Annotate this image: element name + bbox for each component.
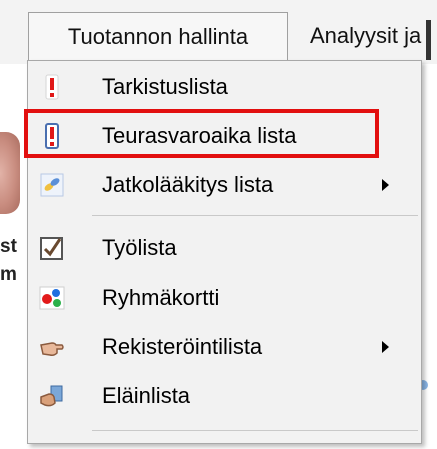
hand-card-icon	[39, 383, 65, 409]
colored-dots-icon	[39, 285, 65, 311]
menu-tuotannon-hallinta[interactable]: Tuotannon hallinta	[28, 12, 288, 61]
background-text-fragment: m	[0, 264, 17, 285]
highlight-annotation	[24, 109, 379, 158]
menu-item-tarkistuslista[interactable]: Tarkistuslista	[28, 64, 421, 110]
menu-item-label: Rekisteröintilista	[102, 334, 263, 359]
menu-item-jatkolaakitys-lista[interactable]: Jatkolääkitys lista	[28, 162, 421, 208]
exclamation-icon	[39, 74, 65, 100]
menu-item-label: Jatkolääkitys lista	[102, 172, 274, 197]
menu-item-label: Tarkistuslista	[102, 74, 228, 99]
menu-item-ryhmakortti[interactable]: Ryhmäkortti	[28, 275, 421, 321]
menubar-edge	[426, 20, 431, 60]
menu-separator	[92, 430, 418, 431]
background-pig-image	[0, 132, 20, 214]
checklist-icon	[39, 235, 65, 261]
menu-item-tyolista[interactable]: Työlista	[28, 225, 421, 271]
submenu-arrow-icon	[382, 179, 389, 191]
hand-point-icon	[39, 334, 65, 360]
medication-icon	[39, 172, 65, 198]
menu-separator	[92, 215, 418, 216]
menubar: Tuotannon hallinta Analyysit ja	[0, 0, 437, 64]
menu-item-label: Ryhmäkortti	[102, 285, 220, 310]
menu-item-elainlista[interactable]: Eläinlista	[28, 373, 421, 419]
menu-item-label: Eläinlista	[102, 383, 191, 408]
submenu-arrow-icon	[382, 341, 389, 353]
menu-item-label: Työlista	[102, 235, 177, 260]
menu-item-rekisterointilista[interactable]: Rekisteröintilista	[28, 324, 421, 370]
background-text-fragment: st	[0, 236, 17, 257]
menu-analyysit[interactable]: Analyysit ja	[310, 12, 421, 60]
